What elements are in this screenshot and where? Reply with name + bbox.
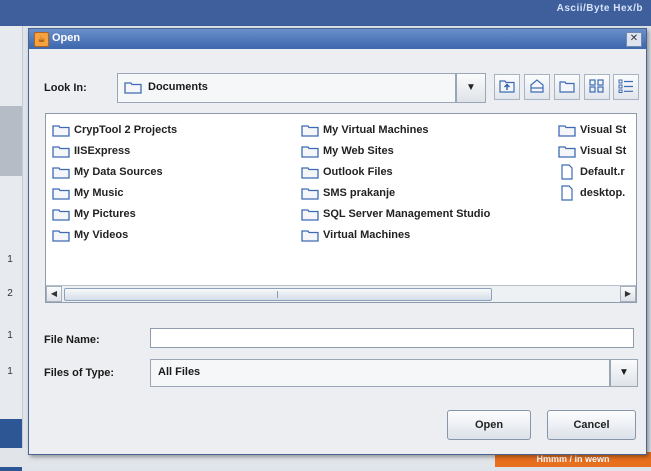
folder-item[interactable]: My Web Sites (301, 143, 490, 164)
folder-label: Visual St (580, 145, 627, 157)
background-tick: 2 (7, 288, 13, 299)
folder-label: My Videos (74, 229, 129, 241)
folder-label: My Web Sites (323, 145, 394, 157)
close-button[interactable]: ✕ (626, 32, 642, 47)
folder-item[interactable]: My Pictures (52, 206, 177, 227)
folder-item[interactable]: SMS prakanje (301, 185, 490, 206)
folder-label: My Data Sources (74, 166, 163, 178)
open-button[interactable]: Open (447, 410, 531, 440)
file-label: desktop. (580, 187, 626, 199)
folder-icon (301, 145, 319, 163)
dialog-title-bar[interactable]: ☕ Open ✕ (29, 29, 646, 49)
look-in-value: Documents (148, 81, 208, 93)
folder-item[interactable]: CrypTool 2 Projects (52, 122, 177, 143)
folder-icon (558, 124, 576, 142)
background-tick: 1 (7, 330, 13, 341)
scroll-thumb-grip (277, 291, 278, 298)
files-of-type-label: Files of Type: (44, 367, 115, 379)
dialog-title: Open (52, 32, 81, 44)
scroll-thumb[interactable] (64, 288, 492, 301)
folder-icon (301, 166, 319, 184)
folder-icon (558, 145, 576, 163)
folder-item[interactable]: My Videos (52, 227, 177, 248)
file-column-1: CrypTool 2 Projects IISExpress My Data S… (52, 122, 177, 248)
folder-item[interactable]: SQL Server Management Studio (301, 206, 490, 227)
folder-item[interactable]: My Music (52, 185, 177, 206)
file-item[interactable]: desktop. (558, 185, 633, 206)
folder-label: Virtual Machines (323, 229, 411, 241)
file-column-3: Visual St Visual St Default.r desktop. (558, 122, 633, 206)
look-in-label: Look In: (44, 82, 87, 94)
file-label: Default.r (580, 166, 625, 178)
document-icon (561, 185, 573, 206)
look-in-dropdown-button[interactable]: ▼ (456, 73, 486, 103)
folder-label: My Music (74, 187, 124, 199)
background-title-bar: Ascii/Byte Hex/b (0, 0, 651, 26)
home-button[interactable] (524, 74, 550, 100)
file-list[interactable]: CrypTool 2 Projects IISExpress My Data S… (45, 113, 637, 303)
folder-label: CrypTool 2 Projects (74, 124, 178, 136)
background-tick: 1 (7, 366, 13, 377)
folder-icon (52, 187, 70, 205)
folder-label: SMS prakanje (323, 187, 396, 199)
folder-label: Outlook Files (323, 166, 393, 178)
background-gray-block (0, 106, 22, 176)
folder-icon (124, 81, 142, 97)
open-dialog: ☕ Open ✕ Look In: Documents ▼ CrypTool 2… (28, 28, 647, 455)
folder-icon (52, 166, 70, 184)
folder-label: My Pictures (74, 208, 136, 220)
folder-label: SQL Server Management Studio (323, 208, 491, 220)
background-tick: 1 (7, 254, 13, 265)
files-of-type-value: All Files (158, 366, 201, 378)
folder-label: IISExpress (74, 145, 131, 157)
files-of-type-dropdown-button[interactable]: ▼ (610, 359, 638, 387)
scroll-right-button[interactable]: ▶ (620, 286, 636, 302)
folder-item[interactable]: My Virtual Machines (301, 122, 490, 143)
folder-icon (301, 229, 319, 247)
new-folder-button[interactable] (554, 74, 580, 100)
folder-item[interactable]: Outlook Files (301, 164, 490, 185)
folder-icon (301, 124, 319, 142)
file-item[interactable]: Default.r (558, 164, 633, 185)
cancel-button[interactable]: Cancel (547, 410, 636, 440)
background-top-text: Ascii/Byte Hex/b (556, 3, 643, 14)
folder-label: Visual St (580, 124, 627, 136)
folder-item[interactable]: IISExpress (52, 143, 177, 164)
folder-icon (301, 187, 319, 205)
java-cup-icon: ☕ (34, 32, 49, 47)
file-column-2: My Virtual Machines My Web Sites Outlook… (301, 122, 490, 248)
scroll-left-button[interactable]: ◀ (46, 286, 62, 302)
folder-icon (52, 229, 70, 247)
folder-label: My Virtual Machines (323, 124, 429, 136)
folder-item[interactable]: Virtual Machines (301, 227, 490, 248)
horizontal-scrollbar[interactable]: ◀ ▶ (46, 285, 636, 302)
folder-icon (301, 208, 319, 226)
up-folder-button[interactable] (494, 74, 520, 100)
files-of-type-combo[interactable]: All Files (150, 359, 610, 387)
file-name-input[interactable] (150, 328, 634, 348)
folder-icon (52, 145, 70, 163)
folder-item[interactable]: My Data Sources (52, 164, 177, 185)
look-in-combo[interactable]: Documents (117, 73, 456, 103)
folder-item[interactable]: Visual St (558, 143, 633, 164)
list-view-button[interactable] (584, 74, 610, 100)
folder-icon (52, 208, 70, 226)
file-name-label: File Name: (44, 334, 100, 346)
details-view-button[interactable] (613, 74, 639, 100)
folder-item[interactable]: Visual St (558, 122, 633, 143)
background-left-panel: 1 2 1 1 1 (0, 26, 23, 471)
document-icon (561, 164, 573, 185)
folder-icon (52, 124, 70, 142)
